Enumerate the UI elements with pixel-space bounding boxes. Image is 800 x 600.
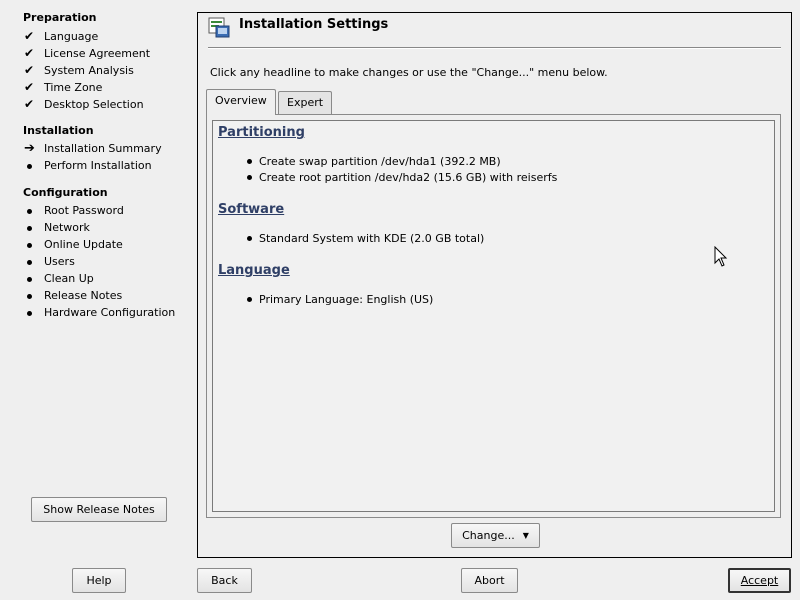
step-label: Desktop Selection [44,98,144,111]
dropdown-arrow-icon: ▼ [522,531,529,540]
instructions-text: Click any headline to make changes or us… [210,66,608,79]
accept-button[interactable]: Accept [728,568,791,593]
help-button[interactable]: Help [72,568,126,593]
bullet-icon [27,259,32,265]
step-label: Release Notes [44,289,123,302]
step-license-agreement: ✔ License Agreement [24,45,150,61]
checkmark-icon: ✔ [24,29,35,43]
page-title: Installation Settings [239,17,389,32]
list-item: Create root partition /dev/hda2 (15.6 GB… [247,170,557,186]
step-label: Perform Installation [44,159,152,172]
checkmark-icon: ✔ [24,46,35,60]
step-root-password: Root Password [24,203,124,219]
bullet-icon [27,242,32,248]
bullet-icon [27,225,32,231]
bullet-icon [27,293,32,299]
step-system-analysis: ✔ System Analysis [24,62,134,78]
bullet-icon [27,276,32,282]
step-label: Users [44,255,75,268]
show-release-notes-button[interactable]: Show Release Notes [31,497,167,522]
step-perform-installation: Perform Installation [24,158,152,174]
checkmark-icon: ✔ [24,63,35,77]
change-button-label: Change... [462,529,515,542]
step-label: Root Password [44,204,124,217]
step-users: Users [24,254,75,270]
back-button[interactable]: Back [197,568,252,593]
main-panel: Installation Settings Click any headline… [197,12,792,558]
step-hardware-configuration: Hardware Configuration [24,305,175,321]
change-menu-button[interactable]: Change... ▼ [451,523,540,548]
heading-software[interactable]: Software [218,202,284,217]
installation-settings-icon [208,17,230,38]
step-release-notes: Release Notes [24,288,122,304]
step-label: License Agreement [44,47,151,60]
step-label: Clean Up [44,272,94,285]
list-item: Standard System with KDE (2.0 GB total) [247,231,484,247]
step-label: Online Update [44,238,123,251]
section-title-configuration: Configuration [23,186,108,199]
section-title-preparation: Preparation [23,11,97,24]
abort-button[interactable]: Abort [461,568,518,593]
tab-expert[interactable]: Expert [278,91,333,115]
step-online-update: Online Update [24,237,123,253]
step-network: Network [24,220,90,236]
summary-content[interactable]: Partitioning Create swap partition /dev/… [212,120,775,512]
mouse-cursor-icon [714,246,728,267]
step-label: System Analysis [44,64,134,77]
accept-button-label: Accept [740,574,779,587]
heading-language[interactable]: Language [218,263,290,278]
title-divider [208,47,781,49]
bullet-icon [27,163,32,169]
step-label: Network [44,221,90,234]
step-label: Language [44,30,99,43]
sidebar: Preparation ✔ Language ✔ License Agreement… [0,0,197,560]
list-item: Primary Language: English (US) [247,292,433,308]
section-title-installation: Installation [23,124,94,137]
bullet-icon [27,208,32,214]
tab-panel-overview: Partitioning Create swap partition /dev/… [206,114,781,518]
step-label: Time Zone [44,81,103,94]
tab-overview[interactable]: Overview [206,89,276,115]
bullet-icon [27,310,32,316]
checkmark-icon: ✔ [24,97,35,111]
step-installation-summary: ➔ Installation Summary [24,141,162,157]
step-label: Hardware Configuration [44,306,176,319]
step-language: ✔ Language [24,28,98,44]
step-desktop-selection: ✔ Desktop Selection [24,96,144,112]
arrow-right-icon: ➔ [24,141,35,156]
step-clean-up: Clean Up [24,271,94,287]
heading-partitioning[interactable]: Partitioning [218,125,305,140]
list-item: Create swap partition /dev/hda1 (392.2 M… [247,154,501,170]
step-time-zone: ✔ Time Zone [24,79,102,95]
step-label: Installation Summary [44,142,162,155]
checkmark-icon: ✔ [24,80,35,94]
